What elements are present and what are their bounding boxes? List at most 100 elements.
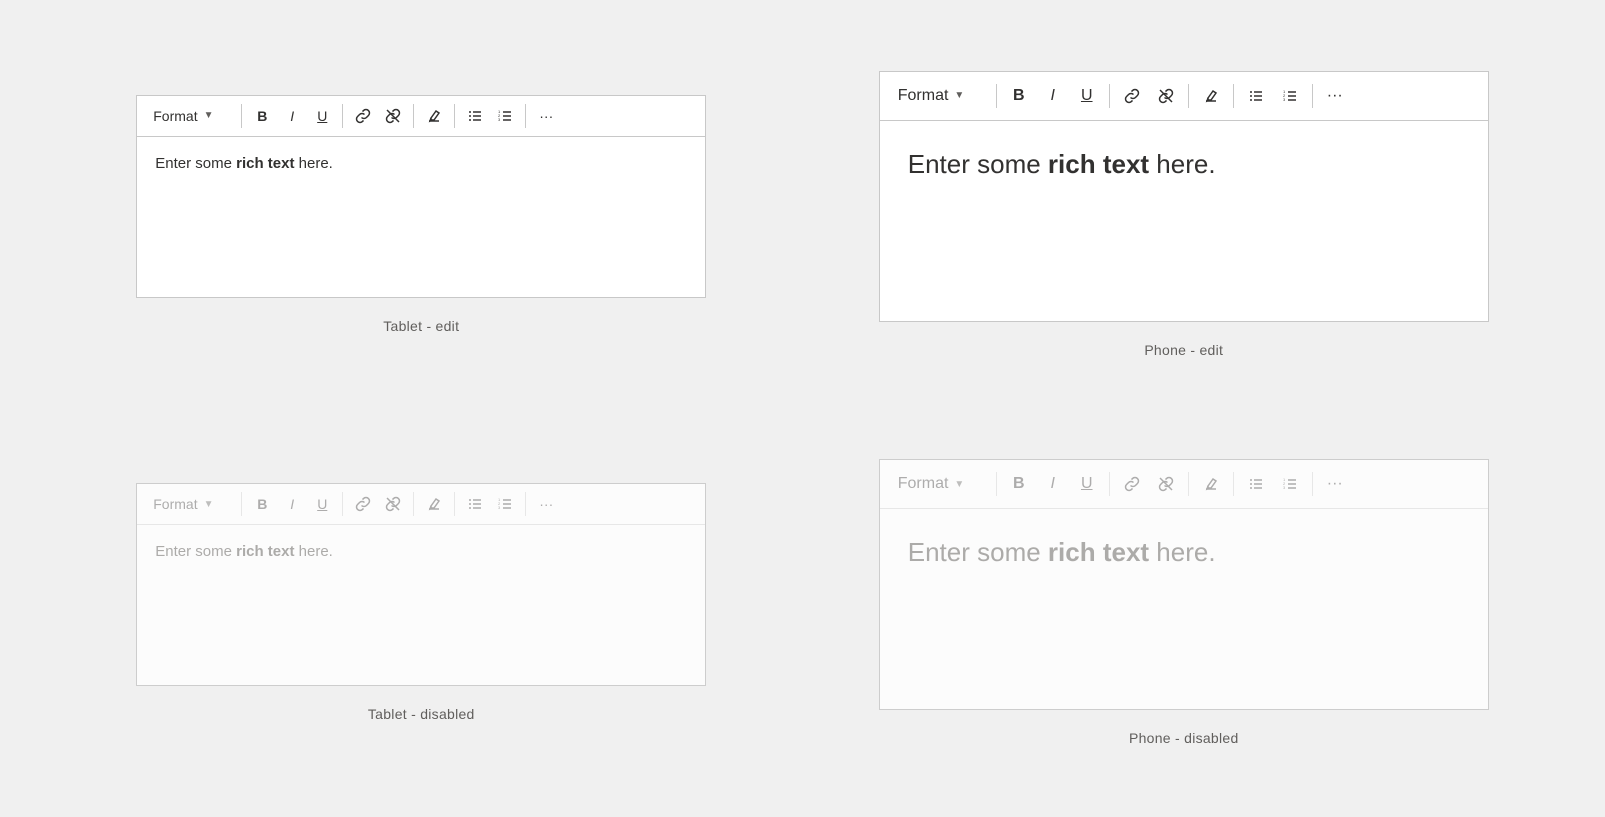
divider-p4	[1233, 84, 1234, 108]
quadrant-phone-edit: Format ▼ B I U	[803, 20, 1566, 409]
phone-edit-toolbar: Format ▼ B I U	[880, 72, 1488, 121]
divider-p5	[1312, 84, 1313, 108]
divider-d5	[525, 492, 526, 516]
tablet-disabled-content: Enter some rich text here.	[137, 525, 705, 685]
content-bold-phone-disabled: rich text	[1048, 537, 1149, 567]
unlink-button-disabled	[379, 490, 407, 518]
tablet-disabled-caption: Tablet - disabled	[368, 706, 475, 722]
divider-4	[454, 104, 455, 128]
bold-button[interactable]: B	[248, 102, 276, 130]
chevron-down-icon-phone: ▼	[954, 90, 964, 101]
phone-disabled-caption: Phone - disabled	[1129, 730, 1239, 746]
more-button-disabled: ···	[532, 490, 560, 518]
content-plain-phone: Enter some	[908, 149, 1048, 179]
format-dropdown-tablet-edit[interactable]: Format ▼	[145, 104, 235, 128]
link-icon-disabled	[355, 496, 371, 512]
link-button-phone-disabled	[1116, 468, 1148, 500]
unlink-button-phone-disabled	[1150, 468, 1182, 500]
highlight-icon-phone	[1203, 88, 1219, 104]
link-button-disabled	[349, 490, 377, 518]
divider-pd3	[1188, 472, 1189, 496]
list-unordered-button-disabled	[461, 490, 489, 518]
unlink-button-phone[interactable]	[1150, 80, 1182, 112]
content-suffix-disabled: here.	[294, 543, 332, 560]
bold-button-phone[interactable]: B	[1003, 80, 1035, 112]
divider-1	[241, 104, 242, 128]
format-dropdown-tablet-disabled: Format ▼	[145, 492, 235, 516]
divider-d2	[342, 492, 343, 516]
more-button-phone-disabled: ···	[1319, 468, 1351, 500]
highlight-button[interactable]	[420, 102, 448, 130]
italic-button[interactable]: I	[278, 102, 306, 130]
list-ordered-button[interactable]: 123	[491, 102, 519, 130]
link-icon	[355, 108, 371, 124]
bold-button-phone-disabled: B	[1003, 468, 1035, 500]
italic-button-disabled: I	[278, 490, 306, 518]
unlink-icon-phone-disabled	[1158, 476, 1174, 492]
list-unordered-button[interactable]	[461, 102, 489, 130]
list-unordered-icon-phone-disabled	[1248, 476, 1264, 492]
list-unordered-icon-phone	[1248, 88, 1264, 104]
highlight-icon-phone-disabled	[1203, 476, 1219, 492]
more-button-phone[interactable]: ···	[1319, 80, 1351, 112]
svg-text:3: 3	[498, 117, 501, 122]
list-unordered-button-phone[interactable]	[1240, 80, 1272, 112]
highlight-icon-disabled	[426, 496, 442, 512]
phone-disabled-content: Enter some rich text here.	[880, 509, 1488, 709]
tablet-edit-content[interactable]: Enter some rich text here.	[137, 137, 705, 297]
divider-pd2	[1109, 472, 1110, 496]
divider-pd4	[1233, 472, 1234, 496]
content-bold-disabled: rich text	[236, 543, 294, 560]
phone-disabled-toolbar: Format ▼ B I U	[880, 460, 1488, 509]
divider-3	[413, 104, 414, 128]
unlink-button[interactable]	[379, 102, 407, 130]
unlink-icon-phone	[1158, 88, 1174, 104]
divider-p1	[996, 84, 997, 108]
content-suffix: here.	[294, 155, 332, 172]
divider-5	[525, 104, 526, 128]
list-ordered-button-phone-disabled: 123	[1274, 468, 1306, 500]
underline-button-phone[interactable]: U	[1071, 80, 1103, 112]
content-bold: rich text	[236, 155, 294, 172]
list-ordered-button-phone[interactable]: 123	[1274, 80, 1306, 112]
underline-button-disabled: U	[308, 490, 336, 518]
tablet-edit-toolbar: Format ▼ B I U	[137, 96, 705, 137]
phone-disabled-editor: Format ▼ B I U	[879, 459, 1489, 710]
format-label-disabled: Format	[153, 496, 197, 512]
divider-d1	[241, 492, 242, 516]
underline-button[interactable]: U	[308, 102, 336, 130]
link-button-phone[interactable]	[1116, 80, 1148, 112]
list-ordered-icon-phone: 123	[1282, 88, 1298, 104]
highlight-icon	[426, 108, 442, 124]
link-button[interactable]	[349, 102, 377, 130]
italic-button-phone[interactable]: I	[1037, 80, 1069, 112]
divider-pd5	[1312, 472, 1313, 496]
unlink-icon-disabled	[385, 496, 401, 512]
phone-edit-caption: Phone - edit	[1144, 342, 1223, 358]
highlight-button-phone[interactable]	[1195, 80, 1227, 112]
chevron-down-icon-disabled: ▼	[204, 499, 214, 510]
divider-d4	[454, 492, 455, 516]
chevron-down-icon-phone-disabled: ▼	[954, 479, 964, 490]
format-dropdown-phone-edit[interactable]: Format ▼	[890, 83, 990, 109]
quadrant-tablet-edit: Format ▼ B I U	[40, 20, 803, 409]
quadrant-phone-disabled: Format ▼ B I U	[803, 409, 1566, 798]
more-button[interactable]: ···	[532, 102, 560, 130]
content-suffix-phone: here.	[1149, 149, 1216, 179]
list-unordered-button-phone-disabled	[1240, 468, 1272, 500]
tablet-edit-editor: Format ▼ B I U	[136, 95, 706, 298]
divider-p2	[1109, 84, 1110, 108]
divider-p3	[1188, 84, 1189, 108]
tablet-edit-caption: Tablet - edit	[383, 318, 459, 334]
svg-text:3: 3	[498, 505, 501, 510]
tablet-disabled-toolbar: Format ▼ B I U	[137, 484, 705, 525]
content-suffix-phone-disabled: here.	[1149, 537, 1216, 567]
page-container: Format ▼ B I U	[0, 0, 1605, 817]
content-plain-phone-disabled: Enter some	[908, 537, 1048, 567]
divider-d3	[413, 492, 414, 516]
quadrant-tablet-disabled: Format ▼ B I U	[40, 409, 803, 798]
phone-edit-content[interactable]: Enter some rich text here.	[880, 121, 1488, 321]
content-plain-1: Enter some	[155, 155, 236, 172]
content-plain-disabled: Enter some	[155, 543, 236, 560]
format-label-phone: Format	[898, 87, 949, 105]
